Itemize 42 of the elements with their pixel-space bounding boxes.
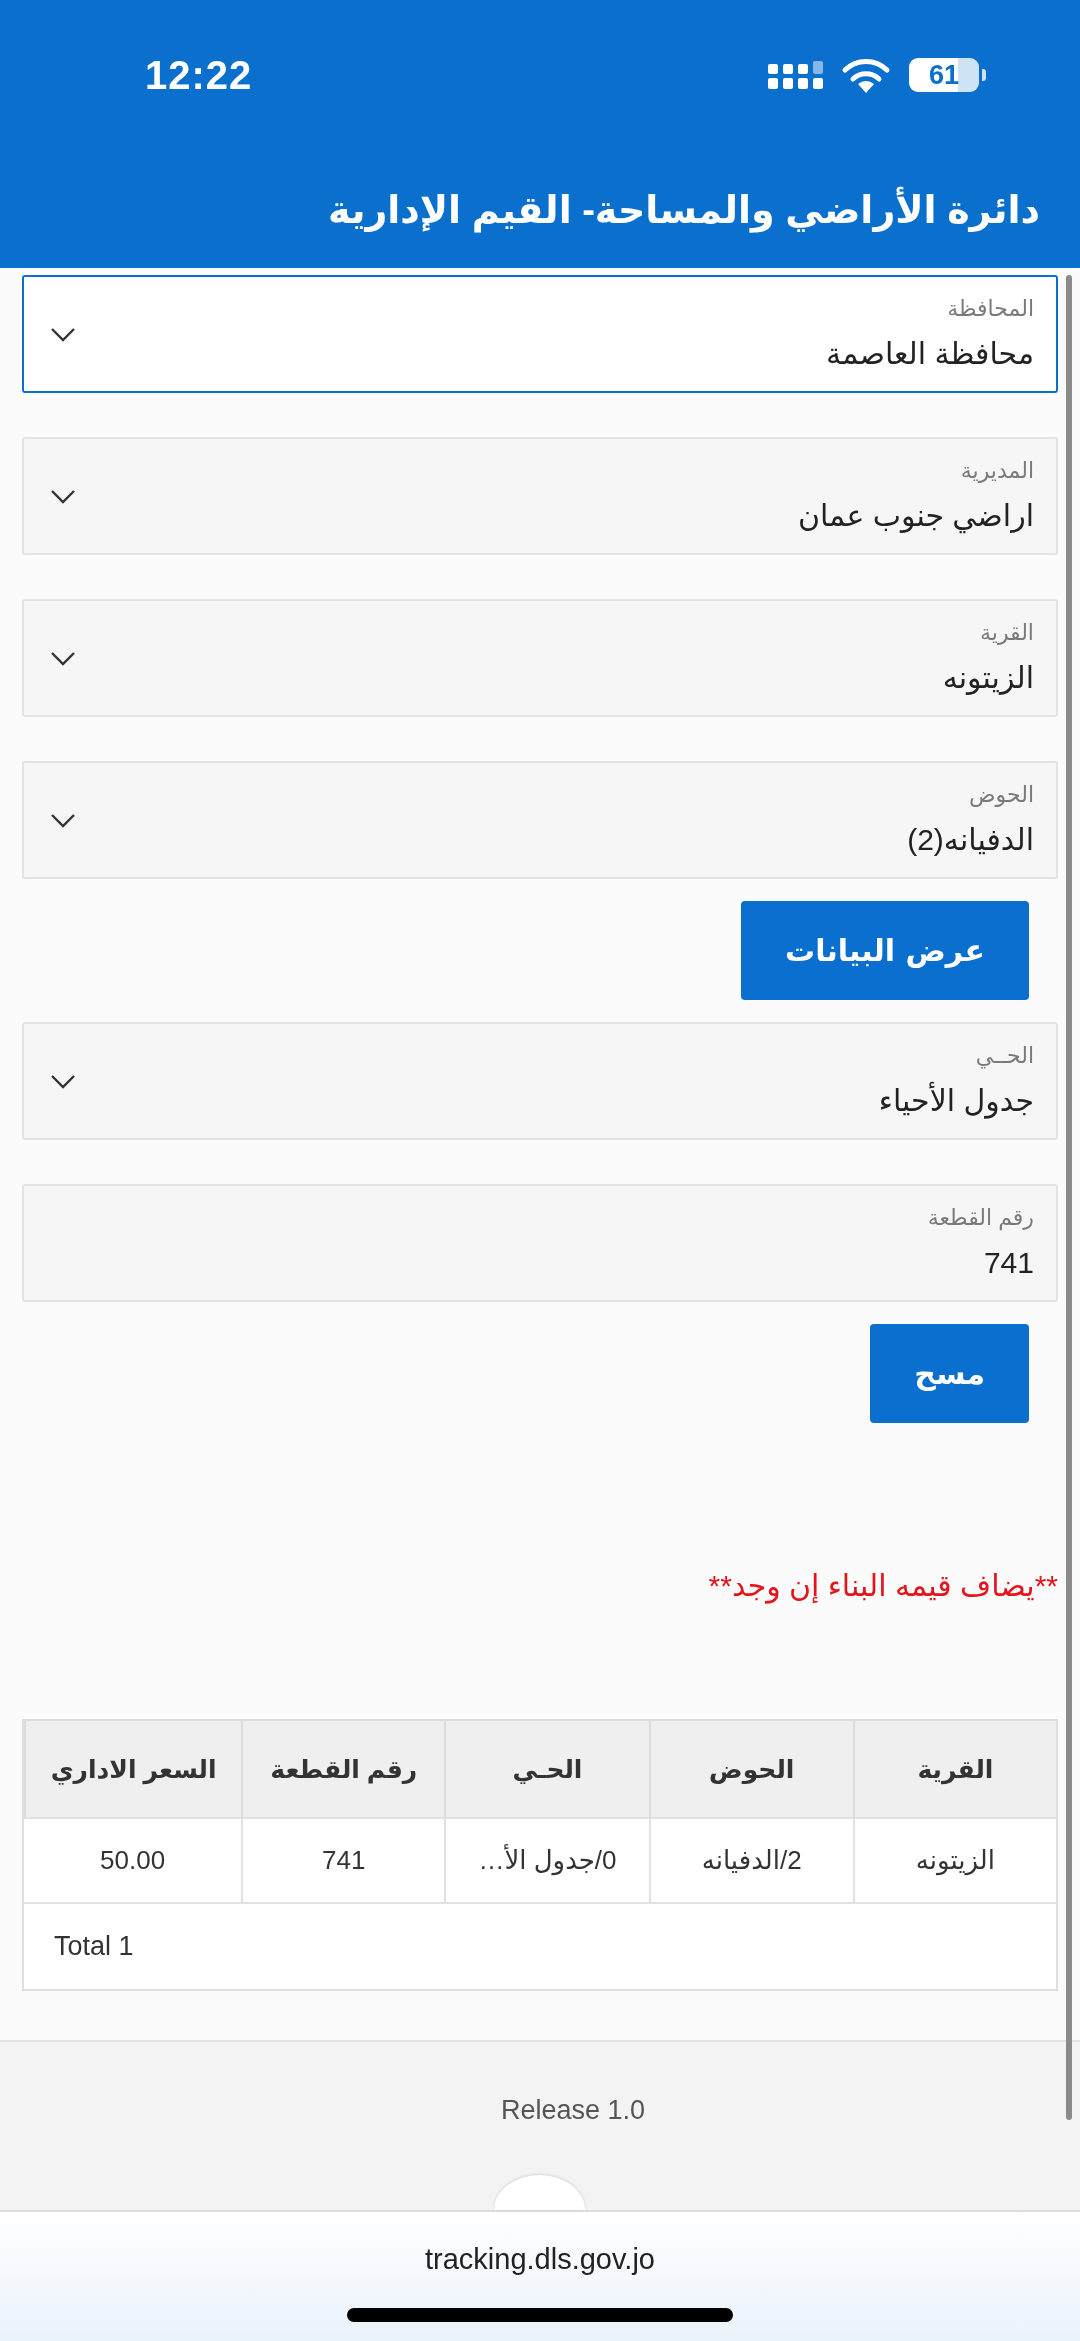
table-cell: الزيتونه xyxy=(852,1819,1056,1904)
battery-indicator: 61 xyxy=(909,58,986,92)
field-value: الزيتونه xyxy=(942,660,1034,697)
status-time: 12:22 xyxy=(145,52,253,98)
dropdown-field[interactable]: الحوض الدفيانه(2) xyxy=(22,761,1058,879)
release-version: Release 1.0 xyxy=(500,2094,646,2127)
field-label: القرية xyxy=(980,619,1034,647)
page-title: دائرة الأراضي والمساحة- القيم الإدارية xyxy=(0,185,1080,235)
action-button[interactable]: عرض البيانات xyxy=(741,901,1029,1000)
column-header: الحـي xyxy=(444,1721,649,1819)
field-value: الدفيانه(2) xyxy=(907,822,1034,858)
table-cell: 0/جدول الأ… xyxy=(444,1819,649,1904)
total-count: Total 1 xyxy=(54,1931,134,1962)
chevron-down-icon xyxy=(50,488,76,504)
field-label: المديرية xyxy=(960,457,1034,485)
wifi-icon xyxy=(841,57,891,93)
column-header: السعر الاداري xyxy=(24,1721,242,1819)
field-value: اراضي جنوب عمان xyxy=(797,498,1034,536)
dropdown-field[interactable]: الحــي جدول الأحياء xyxy=(22,1022,1058,1140)
chevron-down-icon xyxy=(50,1073,76,1089)
url-text[interactable]: tracking.dls.gov.jo xyxy=(425,2240,655,2278)
chevron-down-icon xyxy=(50,650,76,666)
action-button[interactable]: مسح xyxy=(870,1324,1029,1423)
table-cell: 2/الدفيانه xyxy=(648,1819,853,1904)
note-text: **يضاف قيمه البناء إن وجد** xyxy=(707,1568,1058,1606)
field-value: 741 xyxy=(983,1245,1034,1281)
field-label: الحوض xyxy=(969,781,1034,809)
dropdown-field[interactable]: المديرية اراضي جنوب عمان xyxy=(22,437,1058,555)
field-label: المحافظة xyxy=(947,295,1034,323)
field-value: محافظة العاصمة xyxy=(826,336,1034,372)
field-label: رقم القطعة xyxy=(927,1204,1034,1233)
field-value: جدول الأحياء xyxy=(878,1081,1034,1121)
column-header: الحوض xyxy=(648,1721,853,1819)
column-header: القرية xyxy=(852,1721,1056,1819)
signal-icon xyxy=(768,61,823,89)
chevron-down-icon xyxy=(50,326,76,342)
field-label: الحــي xyxy=(975,1042,1034,1071)
chevron-down-icon xyxy=(50,812,76,828)
column-header: رقم القطعة xyxy=(241,1721,445,1819)
dropdown-field[interactable]: القرية الزيتونه xyxy=(22,599,1058,717)
table-cell: 741 xyxy=(241,1819,445,1904)
dropdown-field[interactable]: المحافظة محافظة العاصمة xyxy=(22,275,1058,393)
